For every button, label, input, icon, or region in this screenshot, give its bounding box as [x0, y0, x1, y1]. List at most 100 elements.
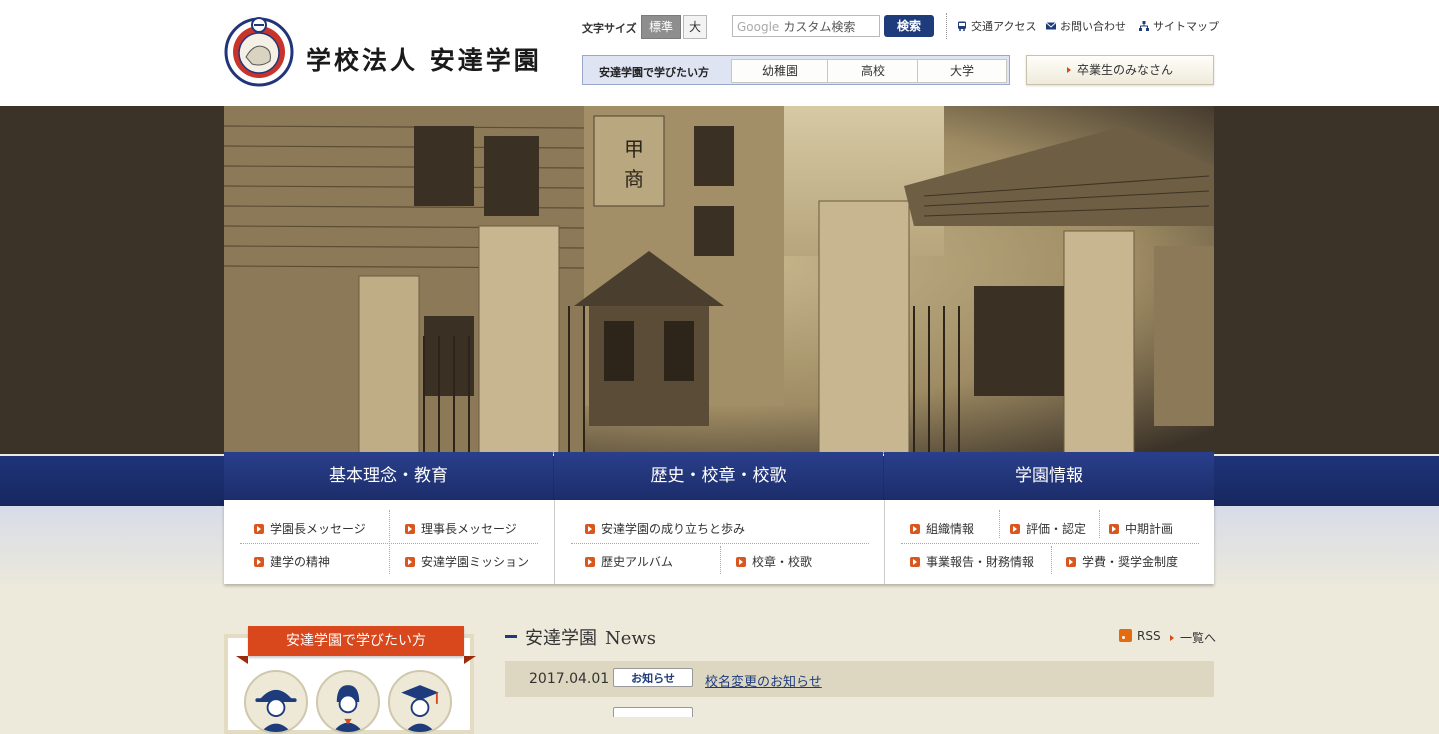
- learn-label: 安達学園で学びたい方: [599, 66, 709, 79]
- news-all-label: 一覧へ: [1180, 631, 1217, 645]
- subnav-link-history-album[interactable]: 歴史アルバム: [585, 553, 673, 570]
- arrow-bullet-icon: [1010, 524, 1020, 534]
- learn-navigation: 安達学園で学びたい方 幼稚園 高校 大学: [582, 55, 1010, 85]
- divider: [1099, 510, 1100, 538]
- arrow-bullet-icon: [405, 557, 415, 567]
- subnav-link-label: 学園長メッセージ: [270, 522, 366, 536]
- news-category-badge: お知らせ: [613, 668, 693, 687]
- news-heading: 安達学園 News: [505, 624, 656, 650]
- divider: [1051, 546, 1052, 574]
- nav-tab-info[interactable]: 学園情報: [884, 452, 1214, 502]
- subnav-link-financial[interactable]: 事業報告・財務情報: [910, 553, 1034, 570]
- kindergarten-child-icon: [255, 689, 297, 732]
- learn-sidebar-ribbon: 安達学園で学びたい方: [236, 626, 476, 664]
- subnav-column-info: 組織情報 評価・認定 中期計画 事業報告・財務情報 学費・奨学金制度: [884, 500, 1215, 584]
- svg-text:甲: 甲: [624, 137, 644, 161]
- high-school-student-icon: [333, 685, 363, 732]
- subnav-link-tuition[interactable]: 学費・奨学金制度: [1066, 553, 1178, 570]
- heading-dash: [505, 635, 517, 638]
- kindergarten-circle[interactable]: [244, 670, 308, 734]
- sitemap-label: サイトマップ: [1153, 20, 1219, 33]
- arrow-bullet-icon: [254, 524, 264, 534]
- google-label: Google: [737, 20, 780, 34]
- school-emblem-icon: [224, 17, 294, 87]
- rss-icon: [1119, 629, 1132, 642]
- search-placeholder: カスタム検索: [783, 20, 856, 34]
- subnav-link-label: 評価・認定: [1026, 522, 1087, 536]
- subnav-link-label: 事業報告・財務情報: [926, 555, 1035, 569]
- font-size-label: 文字サイズ: [582, 22, 637, 35]
- subnav-column-history: 安達学園の成り立ちと歩み 歴史アルバム 校章・校歌: [554, 500, 885, 584]
- subnav-link-emblem-song[interactable]: 校章・校歌: [736, 553, 812, 570]
- subnav-link-origins[interactable]: 安達学園の成り立ちと歩み: [585, 520, 745, 537]
- divider: [999, 510, 1000, 538]
- arrow-right-icon: [1066, 67, 1071, 73]
- news-title-ja: 安達学園: [525, 628, 597, 649]
- subnav-panel: 学園長メッセージ 理事長メッセージ 建学の精神 安達学園ミッション 安達学園の成…: [224, 500, 1214, 584]
- arrow-bullet-icon: [585, 524, 595, 534]
- sitemap-icon: [1139, 21, 1149, 31]
- subnav-link-evaluation[interactable]: 評価・認定: [1010, 520, 1086, 537]
- rss-label: RSS: [1137, 629, 1161, 643]
- access-label: 交通アクセス: [971, 20, 1037, 33]
- rss-link[interactable]: RSS: [1119, 629, 1161, 643]
- subnav-link-label: 安達学園ミッション: [421, 555, 530, 569]
- bus-icon: [958, 21, 966, 31]
- arrow-bullet-icon: [1066, 557, 1076, 567]
- subnav-link-label: 建学の精神: [270, 555, 331, 569]
- news-date: 2017.04.01: [529, 671, 610, 687]
- contact-label: お問い合わせ: [1060, 20, 1126, 33]
- graduates-button[interactable]: 卒業生のみなさん: [1026, 55, 1214, 85]
- high-school-circle[interactable]: [316, 670, 380, 734]
- mail-icon: [1046, 22, 1056, 30]
- site-header: [0, 0, 1439, 106]
- logo-text: 学校法人 安達学園: [306, 46, 542, 75]
- search-input[interactable]: Google カスタム検索: [732, 15, 880, 37]
- divider: [571, 543, 869, 544]
- graduates-label: 卒業生のみなさん: [1076, 63, 1173, 77]
- university-circle[interactable]: [388, 670, 452, 734]
- subnav-link-label: 中期計画: [1125, 522, 1174, 536]
- subnav-link-founding-spirit[interactable]: 建学の精神: [254, 553, 330, 570]
- tab-university[interactable]: 大学: [917, 59, 1007, 83]
- tab-high-school[interactable]: 高校: [827, 59, 919, 83]
- subnav-link-label: 学費・奨学金制度: [1082, 555, 1179, 569]
- font-size-large-button[interactable]: 大: [683, 15, 707, 39]
- arrow-bullet-icon: [1109, 524, 1119, 534]
- font-size-standard-button[interactable]: 標準: [641, 15, 681, 39]
- graduation-cap-icon: [401, 685, 439, 732]
- divider: [389, 510, 390, 574]
- subnav-link-midterm-plan[interactable]: 中期計画: [1109, 520, 1173, 537]
- hero-image: 甲 商: [224, 106, 1214, 454]
- subnav-link-label: 組織情報: [926, 522, 975, 536]
- nav-tab-philosophy[interactable]: 基本理念・教育: [224, 452, 553, 502]
- header-divider: [946, 13, 947, 39]
- contact-link[interactable]: お問い合わせ: [1046, 18, 1126, 34]
- subnav-column-philosophy: 学園長メッセージ 理事長メッセージ 建学の精神 安達学園ミッション: [224, 500, 554, 584]
- tab-kindergarten[interactable]: 幼稚園: [731, 59, 829, 83]
- subnav-link-chairman-message[interactable]: 理事長メッセージ: [405, 520, 517, 537]
- nav-tab-history[interactable]: 歴史・校章・校歌: [554, 452, 883, 502]
- arrow-bullet-icon: [910, 557, 920, 567]
- search-button[interactable]: 検索: [884, 15, 934, 37]
- news-title-link[interactable]: 校名変更のお知らせ: [705, 671, 822, 690]
- subnav-link-label: 理事長メッセージ: [421, 522, 517, 536]
- access-link[interactable]: 交通アクセス: [957, 18, 1036, 34]
- divider: [901, 543, 1199, 544]
- arrow-bullet-icon: [910, 524, 920, 534]
- arrow-bullet-icon: [736, 557, 746, 567]
- divider: [720, 546, 721, 574]
- arrow-bullet-icon: [585, 557, 595, 567]
- subnav-link-organization[interactable]: 組織情報: [910, 520, 974, 537]
- site-logo[interactable]: 学校法人 安達学園: [224, 17, 549, 87]
- subnav-link-label: 校章・校歌: [752, 555, 813, 569]
- sitemap-link[interactable]: サイトマップ: [1139, 18, 1219, 34]
- subnav-link-label: 安達学園の成り立ちと歩み: [601, 522, 746, 536]
- main-navigation: 基本理念・教育 歴史・校章・校歌 学園情報: [224, 452, 1214, 502]
- news-all-link[interactable]: 一覧へ: [1170, 629, 1216, 646]
- subnav-link-president-message[interactable]: 学園長メッセージ: [254, 520, 366, 537]
- subnav-link-label: 歴史アルバム: [601, 555, 673, 569]
- subnav-link-mission[interactable]: 安達学園ミッション: [405, 553, 529, 570]
- historic-school-photo: 甲 商: [224, 106, 1214, 454]
- svg-text:商: 商: [624, 167, 644, 191]
